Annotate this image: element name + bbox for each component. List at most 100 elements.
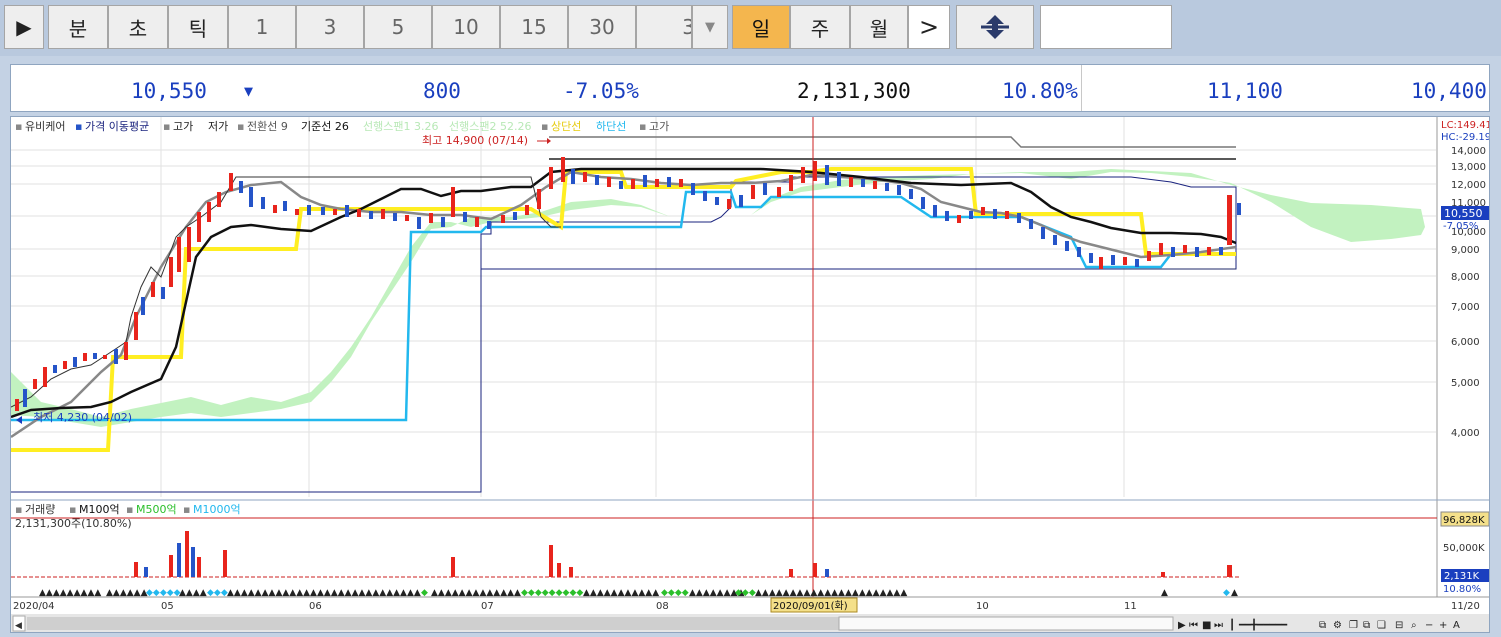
chart-settings-button[interactable] — [956, 5, 1034, 49]
chart-area[interactable]: ▪ 유비케어 ▪ 가격 이동평균 ▪ 고가 저가 ▪ 전환선 9 기준선 26 … — [10, 116, 1490, 633]
ichimoku-cloud — [11, 169, 1425, 427]
high2-legend: 고가 — [649, 120, 669, 133]
stop-icon: ■ — [1202, 620, 1211, 631]
code-input[interactable] — [1040, 5, 1172, 49]
scroll-thumb[interactable] — [838, 616, 1174, 631]
week-button[interactable]: 주 — [790, 5, 850, 49]
change-percent: -7.05% — [563, 79, 639, 103]
svg-text:12,000: 12,000 — [1451, 180, 1486, 191]
svg-text:▪: ▪ — [237, 120, 244, 133]
top-gray-line — [549, 136, 1236, 148]
lower-legend: 하단선 — [596, 119, 626, 133]
volume-legend-label: 거래량 — [25, 503, 55, 516]
restore-icon: ❏ — [1377, 620, 1386, 631]
scroll-right-icon: ▶ — [1178, 620, 1186, 631]
svg-text:5,000: 5,000 — [1451, 378, 1480, 389]
gray-ma-line — [11, 170, 1237, 439]
interval-5-button[interactable]: 5 — [364, 5, 432, 49]
down-arrow-icon: ▼ — [244, 82, 254, 100]
text-a-icon: A — [1453, 620, 1460, 631]
copy-icon: ⧉ — [1319, 620, 1326, 631]
svg-text:▪: ▪ — [69, 503, 76, 516]
interval-3-button[interactable]: 3 — [296, 5, 364, 49]
m500-legend: M500억 — [136, 503, 177, 516]
day-button[interactable]: 일 — [732, 5, 790, 49]
pct-tag: -7.05% — [1443, 221, 1478, 232]
interval-15-button[interactable]: 15 — [500, 5, 568, 49]
compress-icon — [981, 15, 1009, 39]
svg-text:▪: ▪ — [15, 503, 22, 516]
svg-text:▪: ▪ — [75, 120, 82, 133]
date-axis-labels: 2020/04 05 06 07 08 10 11 11/20 — [13, 601, 1480, 612]
vol-cur-tag: 2,131K — [1444, 571, 1480, 582]
svg-text:7,000: 7,000 — [1451, 302, 1480, 313]
month-button[interactable]: 월 — [850, 5, 908, 49]
plus-icon: + — [1439, 620, 1447, 631]
ma-legend: 가격 이동평균 — [85, 120, 149, 133]
next-button[interactable]: > — [908, 5, 950, 49]
lc-label: LC:149.41 — [1441, 120, 1490, 131]
interval-1-button[interactable]: 1 — [228, 5, 296, 49]
svg-text:06: 06 — [309, 601, 322, 612]
svg-text:▪: ▪ — [541, 120, 548, 133]
span1-legend: 선행스팬1 3.26 — [363, 120, 438, 133]
svg-text:▪: ▪ — [163, 120, 170, 133]
svg-text:4,000: 4,000 — [1451, 428, 1480, 439]
svg-text:07: 07 — [481, 601, 494, 612]
tick-button[interactable]: 틱 — [168, 5, 228, 49]
svg-text:▪: ▪ — [183, 503, 190, 516]
stock-name: 유비케어 — [25, 120, 65, 133]
search-icon: ⌕ — [1411, 620, 1417, 631]
gear-icon: ⚙ — [1333, 620, 1342, 631]
volume-value: 2,131,300 — [797, 79, 911, 103]
last-page-icon: ⏭ — [1214, 620, 1223, 631]
interval-dropdown-icon[interactable]: ▼ — [692, 5, 728, 49]
scroll-track[interactable] — [27, 617, 839, 630]
min-arrow-icon — [16, 416, 22, 424]
volume-bars — [134, 531, 1232, 577]
svg-text:6,000: 6,000 — [1451, 337, 1480, 348]
price-axis-ticks: 14,000 13,000 12,000 11,000 10,000 9,000… — [1451, 146, 1486, 439]
svg-text:14,000: 14,000 — [1451, 146, 1486, 157]
quote-divider — [1081, 65, 1082, 111]
svg-text:08: 08 — [656, 601, 669, 612]
grid-icon: ⊟ — [1395, 620, 1403, 631]
cursor-date: 2020/09/01(화) — [773, 600, 848, 612]
svg-text:13,000: 13,000 — [1451, 162, 1486, 173]
m100-legend: M100억 — [79, 503, 120, 516]
first-page-icon: ⏮ — [1189, 620, 1198, 631]
volume-percent: 10.80% — [1002, 79, 1078, 103]
svg-text:10: 10 — [976, 601, 989, 612]
current-price: 10,550 — [131, 79, 207, 103]
svg-text:8,000: 8,000 — [1451, 272, 1480, 283]
high-price: 11,100 — [1207, 79, 1283, 103]
vol-axis-tick: 50,000K — [1443, 543, 1485, 554]
scroll-left-icon: ◀ — [15, 621, 22, 631]
conversion-legend: 전환선 9 — [247, 120, 288, 133]
minus-icon: − — [1425, 620, 1433, 631]
play-button[interactable]: ▶ — [4, 5, 44, 49]
minute-button[interactable]: 분 — [48, 5, 108, 49]
quote-bar: 10,550 ▼ 800 -7.05% 2,131,300 10.80% 11,… — [10, 64, 1490, 112]
second-button[interactable]: 초 — [108, 5, 168, 49]
price-legend: ▪ 유비케어 ▪ 가격 이동평균 ▪ 고가 저가 ▪ 전환선 9 기준선 26 … — [15, 119, 669, 133]
svg-text:05: 05 — [161, 601, 174, 612]
zoom-slider-icon: ━━╋━━━━━ — [1238, 618, 1288, 631]
high-legend: 고가 — [173, 120, 193, 133]
base-legend: 기준선 26 — [301, 120, 349, 133]
black-ma-line — [11, 167, 1237, 419]
interval-custom-field[interactable]: 3 — [636, 5, 692, 49]
chart-svg[interactable]: ▪ 유비케어 ▪ 가격 이동평균 ▪ 고가 저가 ▪ 전환선 9 기준선 26 … — [11, 117, 1490, 633]
max-arrowhead-icon — [547, 138, 551, 144]
min-price-label: 최저 4,230 (04/02) — [33, 411, 132, 424]
navy-line — [11, 176, 1237, 493]
hc-label: HC:-29.19 — [1441, 132, 1490, 143]
volume-legend: ▪ 거래량 ▪ M100억 ▪ M500억 ▪ M1000억 2,131,300… — [15, 503, 241, 530]
svg-text:11/20: 11/20 — [1451, 601, 1480, 612]
interval-30-button[interactable]: 30 — [568, 5, 636, 49]
dark-thin-line — [11, 176, 561, 408]
interval-10-button[interactable]: 10 — [432, 5, 500, 49]
svg-text:▪: ▪ — [639, 120, 646, 133]
svg-text:11: 11 — [1124, 601, 1137, 612]
max-price-label: 최고 14,900 (07/14) — [422, 134, 528, 147]
